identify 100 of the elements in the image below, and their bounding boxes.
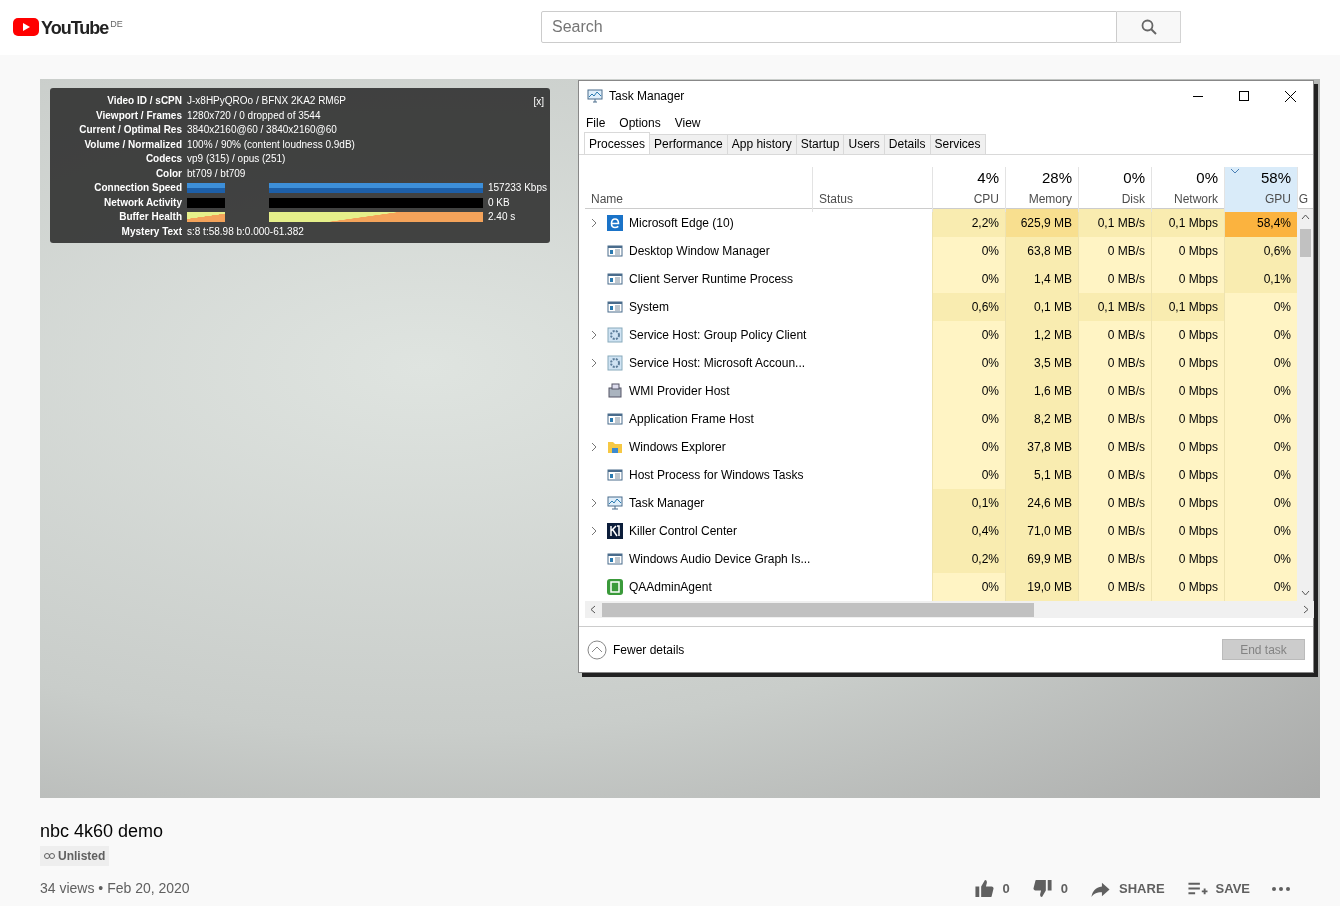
dislike-button[interactable]: 0 (1031, 878, 1069, 899)
process-name[interactable]: Killer Control Center (629, 522, 738, 540)
stat-value: 100% / 90% (content loudness 0.9dB) (187, 137, 355, 152)
column-header[interactable]: Name (585, 167, 812, 212)
logo-icon (607, 523, 623, 539)
tab[interactable]: Users (843, 134, 885, 154)
expand-chevron-icon[interactable] (591, 218, 597, 228)
column-total: 0% (1196, 168, 1218, 188)
process-name[interactable]: Client Server Runtime Process (629, 270, 794, 288)
process-name[interactable]: Desktop Window Manager (629, 242, 770, 260)
scrollbar-thumb[interactable] (602, 602, 1034, 617)
column-header[interactable]: Status (812, 167, 932, 212)
close-button[interactable]: [x] (533, 95, 544, 110)
process-name[interactable]: Host Process for Windows Tasks (629, 466, 804, 484)
process-name[interactable]: WMI Provider Host (629, 382, 730, 400)
gear-icon (607, 327, 623, 343)
process-name[interactable]: Task Manager (629, 494, 705, 512)
process-name[interactable]: Windows Audio Device Graph Is... (629, 550, 811, 568)
table-cell: 0% (1224, 321, 1297, 349)
activity-graph (187, 197, 225, 208)
browser-icon (607, 215, 623, 231)
process-name[interactable]: Microsoft Edge (10) (629, 214, 734, 232)
expand-chevron-icon[interactable] (591, 330, 597, 340)
vertical-scrollbar[interactable] (1297, 209, 1313, 601)
column-label: CPU (973, 190, 999, 208)
scrollbar-thumb[interactable] (1300, 229, 1311, 257)
youtube-logo-icon[interactable] (13, 17, 39, 36)
table-cell: 0% (1224, 461, 1297, 489)
stat-label: Codecs (144, 152, 182, 166)
table-cell: 0% (1224, 433, 1297, 461)
menu-item[interactable]: File (586, 114, 606, 130)
scroll-right-icon[interactable] (1303, 605, 1309, 614)
expand-chevron-icon[interactable] (591, 526, 597, 536)
table-cell: 0 Mbps (1151, 377, 1224, 405)
more-button[interactable] (1272, 886, 1290, 891)
window-icon (607, 551, 623, 567)
search-button[interactable] (1117, 11, 1181, 43)
stat-value: 2.40 s (488, 210, 516, 224)
process-name[interactable]: QAAdminAgent (629, 578, 712, 596)
share-button[interactable]: SHARE (1090, 878, 1165, 899)
stat-label: Color (154, 166, 182, 181)
expand-chevron-icon[interactable] (591, 358, 597, 368)
horizontal-scrollbar[interactable] (585, 601, 1314, 618)
tab[interactable]: Details (883, 134, 931, 154)
table-cell: 0 MB/s (1078, 405, 1151, 433)
view-count: 34 views • Feb 20, 2020 (40, 879, 190, 898)
monitor-icon (607, 495, 623, 511)
tab[interactable]: Startup (795, 134, 845, 154)
table-cell: 37,8 MB (1005, 433, 1078, 461)
process-name[interactable]: Windows Explorer (629, 438, 726, 456)
table-cell: 0 MB/s (1078, 237, 1151, 265)
logo-text[interactable]: YouTube (41, 17, 109, 38)
table-cell: 0 MB/s (1078, 265, 1151, 293)
sorted-column-header[interactable]: 58% GPU (1224, 167, 1297, 212)
more-icon (1272, 886, 1290, 891)
search-field[interactable]: Search (541, 11, 1117, 43)
scroll-left-icon[interactable] (590, 605, 596, 614)
table-cell: 0 MB/s (1078, 573, 1151, 601)
process-name[interactable]: Application Frame Host (629, 410, 754, 428)
like-button[interactable]: 0 (973, 878, 1010, 899)
fewer-details-link[interactable]: Fewer details (613, 640, 685, 659)
process-name[interactable]: System (629, 298, 669, 316)
table-cell: 0% (932, 321, 1005, 349)
table-cell: 0% (932, 377, 1005, 405)
table-cell: 0% (1224, 349, 1297, 377)
table-cell: 0,1 Mbps (1151, 293, 1224, 321)
collapse-icon[interactable] (587, 639, 607, 660)
table-cell: 0 Mbps (1151, 489, 1224, 517)
tab[interactable]: App history (726, 134, 797, 154)
table-cell: 0,2% (932, 545, 1005, 573)
tab[interactable]: Services (929, 134, 986, 154)
menu-item[interactable]: Options (619, 114, 661, 130)
table-cell: 0% (1224, 405, 1297, 433)
table-cell: 0,4% (932, 517, 1005, 545)
expand-chevron-icon[interactable] (591, 442, 597, 452)
table-cell: 0 Mbps (1151, 573, 1224, 601)
window-icon (607, 243, 623, 259)
process-name[interactable]: Service Host: Group Policy Client (629, 326, 807, 344)
table-cell: 69,9 MB (1005, 545, 1078, 573)
tab[interactable]: Performance (649, 134, 728, 154)
table-cell: 0% (1224, 545, 1297, 573)
process-name[interactable]: Service Host: Microsoft Accoun... (629, 354, 806, 372)
table-cell: 0 MB/s (1078, 489, 1151, 517)
table-cell: 0% (1224, 573, 1297, 601)
save-button[interactable]: SAVE (1186, 878, 1250, 899)
stat-value: vp9 (315) / opus (251) (187, 152, 286, 166)
tab[interactable]: Processes (584, 132, 651, 154)
expand-chevron-icon[interactable] (591, 498, 597, 508)
stat-label: Viewport / Frames (95, 108, 182, 123)
table-cell: 0 Mbps (1151, 321, 1224, 349)
scroll-up-icon[interactable] (1301, 214, 1310, 220)
menu-item[interactable]: View (674, 114, 701, 130)
scroll-down-icon[interactable] (1301, 590, 1310, 596)
table-cell: 0 MB/s (1078, 517, 1151, 545)
sort-caret-icon (1231, 169, 1239, 174)
window-icon (607, 299, 623, 315)
minimize-icon (1193, 95, 1203, 97)
column-label: Network (1174, 190, 1218, 208)
monitor-icon (587, 89, 603, 103)
column-total: 0% (1123, 168, 1145, 188)
